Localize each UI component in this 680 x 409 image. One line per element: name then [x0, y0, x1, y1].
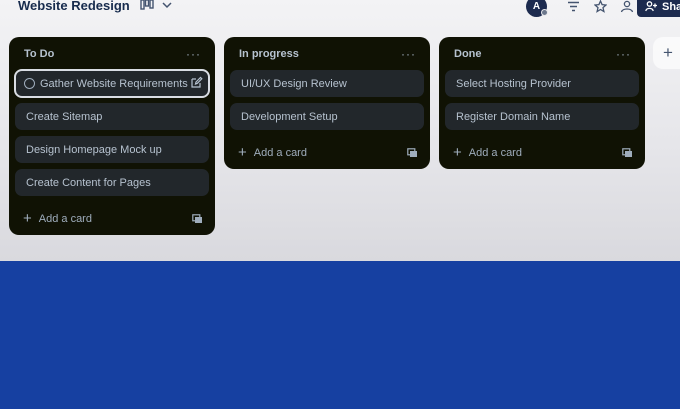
card-title: Create Content for Pages — [26, 176, 151, 189]
card-title: Development Setup — [241, 110, 338, 123]
list-header: Done ··· — [445, 37, 639, 70]
board-title[interactable]: Website Redesign — [18, 0, 130, 13]
add-card-button[interactable]: + Add a card — [23, 211, 92, 226]
plus-icon: + — [663, 43, 673, 62]
avatar-status-dot — [541, 8, 548, 16]
add-person-icon — [645, 1, 657, 12]
add-card-button[interactable]: + Add a card — [238, 145, 307, 160]
complete-toggle-icon[interactable] — [24, 78, 35, 89]
card-title: Register Domain Name — [456, 110, 571, 123]
list-title[interactable]: To Do — [24, 48, 54, 60]
chevron-down-icon — [162, 2, 172, 9]
card[interactable]: Gather Website Requirements — [14, 69, 210, 98]
card[interactable]: Select Hosting Provider — [445, 70, 639, 97]
add-card-label: Add a card — [468, 146, 522, 159]
header-actions: A — [526, 0, 636, 17]
card-title: Gather Website Requirements — [40, 77, 188, 90]
add-card-button[interactable]: + Add a card — [453, 145, 522, 160]
add-card-label: Add a card — [253, 146, 307, 159]
avatar[interactable]: A — [526, 0, 548, 17]
list-title[interactable]: Done — [454, 48, 482, 60]
card[interactable]: Design Homepage Mock up — [15, 136, 209, 163]
create-from-template-icon[interactable] — [622, 147, 633, 158]
star-icon[interactable] — [591, 0, 609, 15]
add-card-row: + Add a card — [445, 136, 639, 169]
add-card-label: Add a card — [38, 212, 92, 225]
list-in-progress: In progress ··· UI/UX Design Review Deve… — [224, 37, 430, 169]
card-title: Select Hosting Provider — [456, 77, 571, 90]
plus-icon: + — [453, 144, 462, 161]
list-title[interactable]: In progress — [239, 48, 299, 60]
avatar-initial: A — [532, 0, 541, 12]
view-switcher[interactable] — [140, 0, 172, 13]
share-button[interactable]: Sha — [637, 0, 680, 17]
board-header: Website Redesign A Sha — [0, 0, 680, 18]
card-title: Create Sitemap — [26, 110, 103, 123]
add-card-row: + Add a card — [15, 202, 209, 235]
filter-icon[interactable] — [564, 0, 582, 15]
edit-icon[interactable] — [190, 76, 203, 89]
list-header: To Do ··· — [15, 37, 209, 70]
add-card-row: + Add a card — [230, 136, 424, 169]
create-from-template-icon[interactable] — [407, 147, 418, 158]
card-title: UI/UX Design Review — [241, 77, 347, 90]
create-from-template-icon[interactable] — [192, 213, 203, 224]
card[interactable]: Create Sitemap — [15, 103, 209, 130]
plus-icon: + — [23, 210, 32, 227]
bottom-background — [0, 261, 680, 409]
more-options-icon[interactable]: ··· — [616, 47, 631, 61]
share-button-label: Sha — [662, 0, 680, 13]
list-header: In progress ··· — [230, 37, 424, 70]
card[interactable]: UI/UX Design Review — [230, 70, 424, 97]
list-done: Done ··· Select Hosting Provider Registe… — [439, 37, 645, 169]
card[interactable]: Create Content for Pages — [15, 169, 209, 196]
more-options-icon[interactable]: ··· — [186, 47, 201, 61]
card[interactable]: Development Setup — [230, 103, 424, 130]
plus-icon: + — [238, 144, 247, 161]
add-list-button[interactable]: + — [653, 37, 680, 69]
card[interactable]: Register Domain Name — [445, 103, 639, 130]
more-options-icon[interactable]: ··· — [401, 47, 416, 61]
list-to-do: To Do ··· Gather Website Requirements Cr… — [9, 37, 215, 235]
board-view-icon — [140, 0, 154, 10]
visibility-icon[interactable] — [618, 0, 636, 15]
card-title: Design Homepage Mock up — [26, 143, 162, 156]
